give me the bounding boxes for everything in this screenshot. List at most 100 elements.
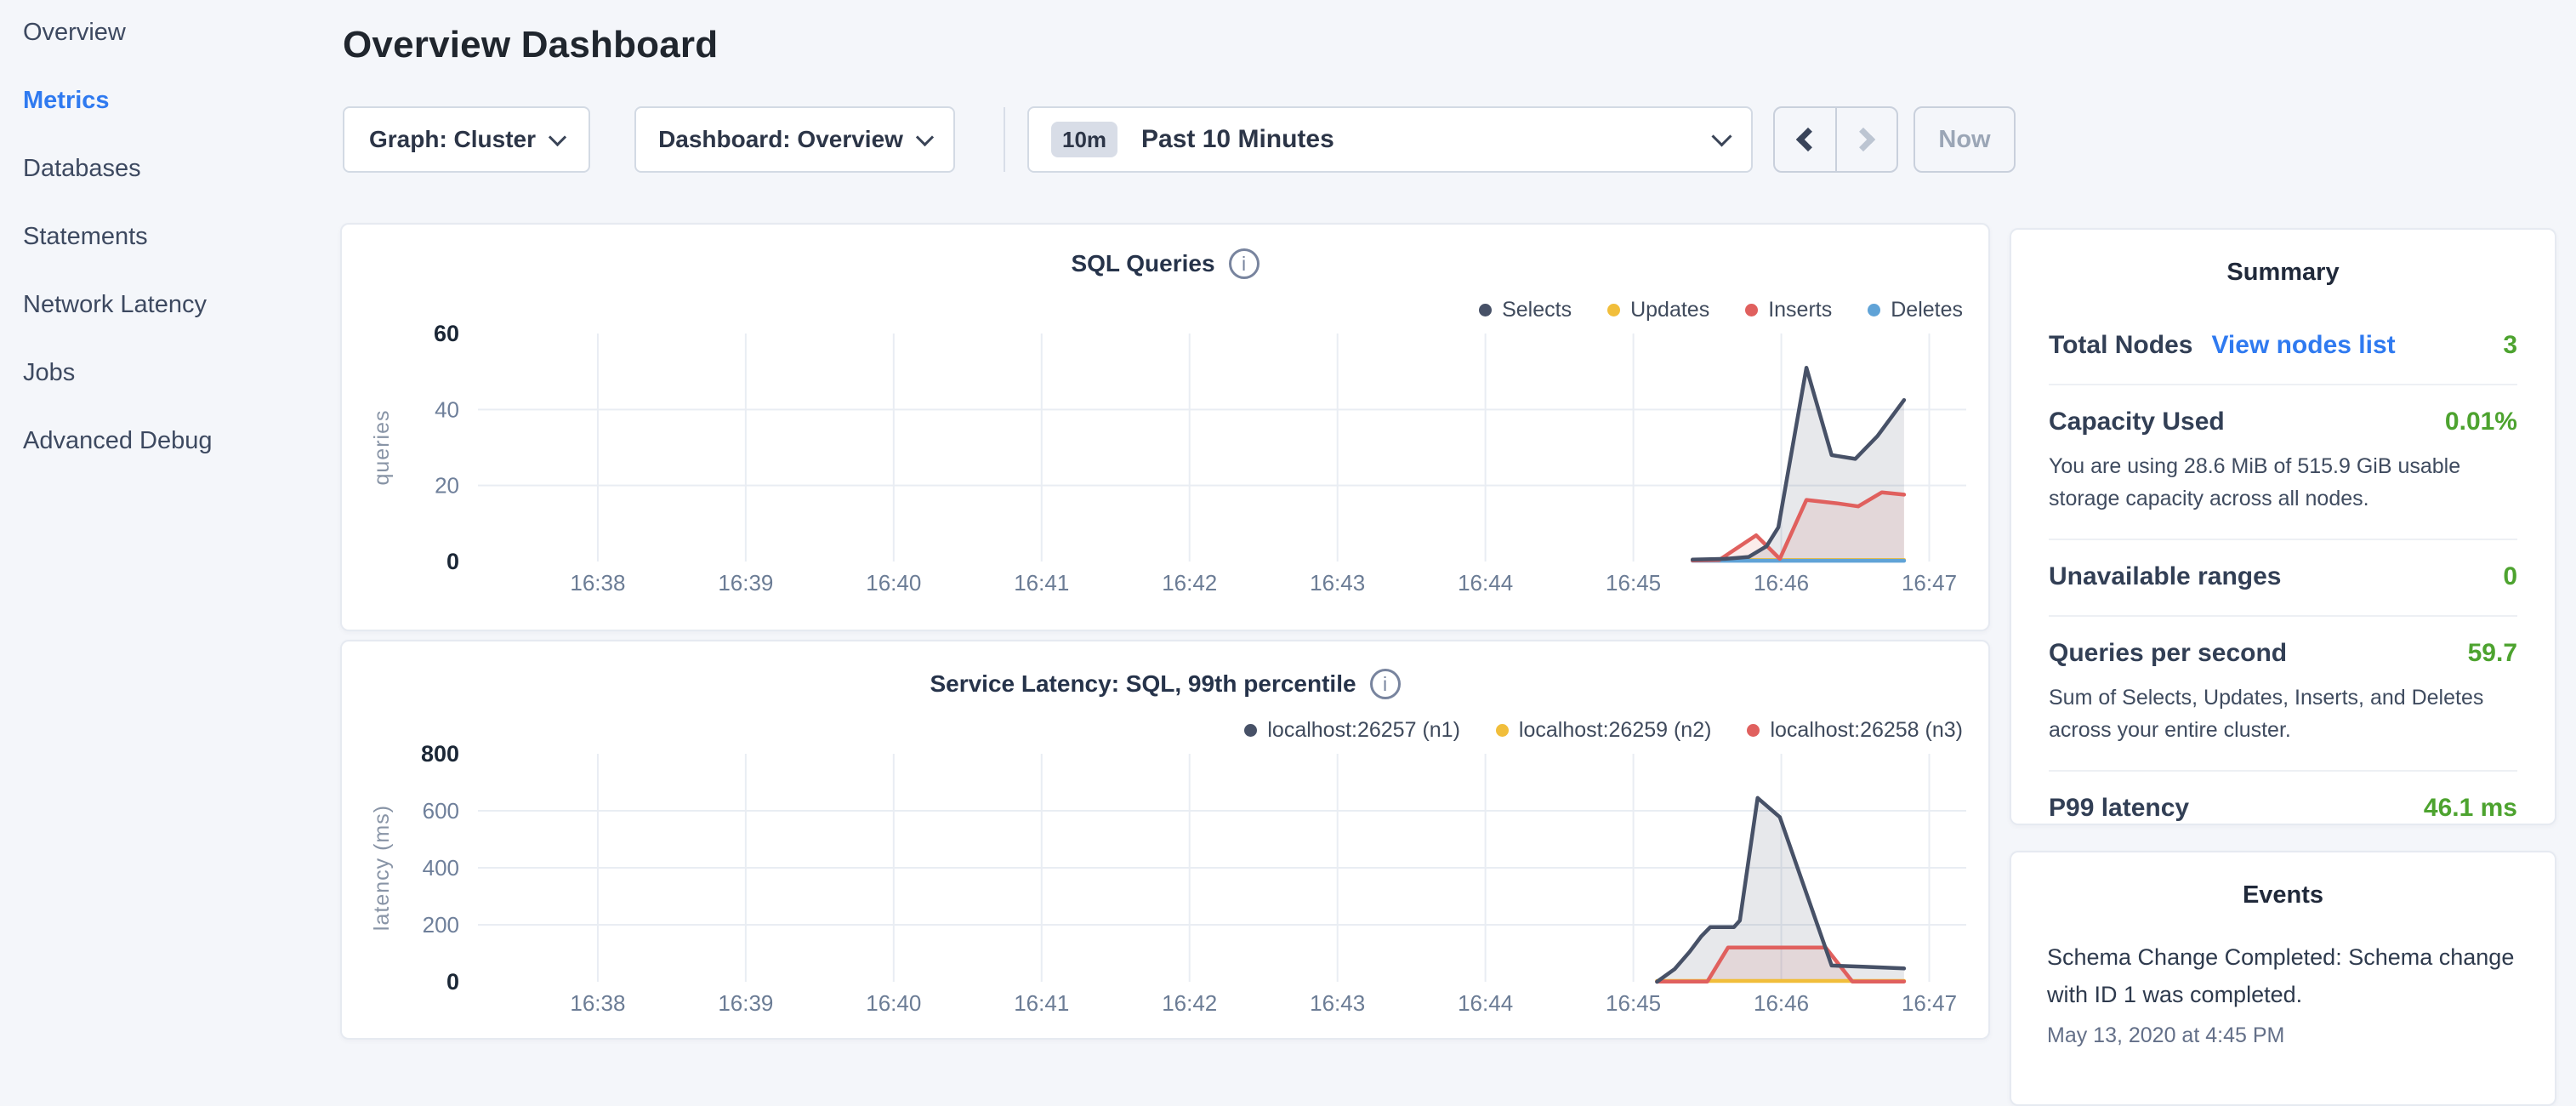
legend-item[interactable]: Deletes bbox=[1868, 298, 1963, 322]
time-range-label: Past 10 Minutes bbox=[1141, 125, 1334, 154]
chevron-down-icon bbox=[916, 128, 934, 145]
svg-text:16:38: 16:38 bbox=[570, 570, 625, 596]
svg-text:16:42: 16:42 bbox=[1162, 570, 1217, 596]
svg-text:0: 0 bbox=[446, 549, 459, 574]
legend-dot-icon bbox=[1868, 304, 1880, 316]
svg-text:16:47: 16:47 bbox=[1902, 570, 1957, 596]
view-nodes-list-link[interactable]: View nodes list bbox=[2211, 331, 2395, 360]
graph-dropdown-label: Graph: Cluster bbox=[369, 126, 536, 153]
chart-title: Service Latency: SQL, 99th percentile bbox=[930, 670, 1356, 698]
event-timestamp: May 13, 2020 at 4:45 PM bbox=[2047, 1023, 2519, 1048]
sql-queries-chart: 16:3816:3916:4016:4116:4216:4316:4416:45… bbox=[342, 225, 1992, 633]
svg-text:20: 20 bbox=[435, 473, 459, 499]
legend-item[interactable]: localhost:26259 (n2) bbox=[1496, 718, 1712, 743]
svg-text:16:43: 16:43 bbox=[1310, 570, 1365, 596]
info-icon[interactable]: i bbox=[1229, 248, 1260, 279]
sidebar-item-metrics[interactable]: Metrics bbox=[23, 66, 213, 134]
svg-text:400: 400 bbox=[423, 855, 459, 881]
svg-text:600: 600 bbox=[423, 798, 459, 824]
time-prev-button[interactable] bbox=[1775, 108, 1837, 171]
controls-row: Graph: Cluster Dashboard: Overview 10m P… bbox=[343, 106, 2016, 173]
stat-label: P99 latency bbox=[2049, 794, 2189, 823]
chart-legend: localhost:26257 (n1) localhost:26259 (n2)… bbox=[1244, 718, 1963, 743]
page-title: Overview Dashboard bbox=[343, 24, 718, 66]
summary-title: Summary bbox=[2049, 259, 2517, 287]
time-range-select[interactable]: 10m Past 10 Minutes bbox=[1027, 106, 1753, 173]
stat-line: Queries per second59.7 bbox=[2049, 639, 2517, 668]
chevron-right-icon bbox=[1851, 128, 1875, 151]
sidebar-nav: OverviewMetricsDatabasesStatementsNetwor… bbox=[23, 0, 213, 475]
legend-label: localhost:26258 (n3) bbox=[1770, 718, 1963, 743]
legend-label: Selects bbox=[1502, 298, 1572, 322]
stat-value: 59.7 bbox=[2468, 639, 2517, 668]
chart-legend: Selects Updates Inserts Deletes bbox=[1479, 298, 1963, 322]
time-step-buttons bbox=[1773, 106, 1898, 173]
graph-dropdown[interactable]: Graph: Cluster bbox=[343, 106, 590, 173]
now-button[interactable]: Now bbox=[1914, 106, 2016, 173]
chart-title-row: SQL Queries i bbox=[342, 248, 1988, 279]
summary-stat-queries-per-second: Queries per second59.7Sum of Selects, Up… bbox=[2049, 617, 2517, 772]
time-range-badge: 10m bbox=[1051, 122, 1117, 157]
chevron-down-icon bbox=[549, 128, 566, 145]
svg-text:16:42: 16:42 bbox=[1162, 990, 1217, 1016]
legend-item[interactable]: Selects bbox=[1479, 298, 1572, 322]
svg-text:16:43: 16:43 bbox=[1310, 990, 1365, 1016]
summary-stat-unavailable-ranges: Unavailable ranges0 bbox=[2049, 540, 2517, 617]
dashboard-dropdown[interactable]: Dashboard: Overview bbox=[634, 106, 955, 173]
chevron-down-icon bbox=[1711, 126, 1732, 146]
legend-label: localhost:26259 (n2) bbox=[1519, 718, 1712, 743]
stat-label: Unavailable ranges bbox=[2049, 562, 2281, 591]
legend-label: localhost:26257 (n1) bbox=[1267, 718, 1460, 743]
legend-label: Updates bbox=[1630, 298, 1709, 322]
time-next-button[interactable] bbox=[1837, 108, 1897, 171]
legend-dot-icon bbox=[1496, 724, 1509, 737]
service-latency-chart-card: Service Latency: SQL, 99th percentile i … bbox=[340, 640, 1990, 1040]
stat-line: Unavailable ranges0 bbox=[2049, 562, 2517, 591]
svg-text:16:40: 16:40 bbox=[866, 570, 921, 596]
sidebar-item-overview[interactable]: Overview bbox=[23, 0, 213, 66]
chevron-left-icon bbox=[1796, 128, 1820, 151]
svg-text:200: 200 bbox=[423, 912, 459, 938]
stat-label: Total Nodes bbox=[2049, 331, 2192, 360]
svg-text:0: 0 bbox=[446, 969, 459, 995]
chart-title: SQL Queries bbox=[1071, 250, 1214, 277]
stat-value: 3 bbox=[2503, 331, 2517, 360]
svg-text:16:45: 16:45 bbox=[1606, 570, 1661, 596]
summary-stat-total-nodes: Total Nodes View nodes list 3 bbox=[2049, 309, 2517, 385]
sidebar-item-databases[interactable]: Databases bbox=[23, 134, 213, 202]
legend-label: Deletes bbox=[1891, 298, 1963, 322]
legend-dot-icon bbox=[1747, 724, 1760, 737]
legend-item[interactable]: localhost:26257 (n1) bbox=[1244, 718, 1460, 743]
svg-text:16:38: 16:38 bbox=[570, 990, 625, 1016]
legend-item[interactable]: Inserts bbox=[1745, 298, 1832, 322]
legend-dot-icon bbox=[1244, 724, 1257, 737]
stat-line: Total Nodes View nodes list 3 bbox=[2049, 331, 2517, 360]
svg-text:16:40: 16:40 bbox=[866, 990, 921, 1016]
sidebar-item-jobs[interactable]: Jobs bbox=[23, 339, 213, 407]
chart-title-row: Service Latency: SQL, 99th percentile i bbox=[342, 669, 1988, 699]
sidebar-item-statements[interactable]: Statements bbox=[23, 202, 213, 271]
legend-dot-icon bbox=[1607, 304, 1620, 316]
svg-text:16:47: 16:47 bbox=[1902, 990, 1957, 1016]
legend-item[interactable]: Updates bbox=[1607, 298, 1709, 322]
stat-line: P99 latency46.1 ms bbox=[2049, 794, 2517, 823]
event-text: Schema Change Completed: Schema change w… bbox=[2047, 938, 2519, 1013]
svg-text:800: 800 bbox=[421, 741, 459, 767]
svg-text:16:44: 16:44 bbox=[1458, 990, 1513, 1016]
events-panel: Events Schema Change Completed: Schema c… bbox=[2010, 851, 2556, 1106]
stat-line: Capacity Used0.01% bbox=[2049, 408, 2517, 436]
dashboard-dropdown-label: Dashboard: Overview bbox=[658, 126, 903, 153]
service-latency-chart: 16:3816:3916:4016:4116:4216:4316:4416:45… bbox=[342, 641, 1992, 1041]
sidebar-item-network-latency[interactable]: Network Latency bbox=[23, 271, 213, 339]
summary-stat-p99-latency: P99 latency46.1 ms bbox=[2049, 772, 2517, 847]
stat-description: You are using 28.6 MiB of 515.9 GiB usab… bbox=[2049, 450, 2517, 515]
svg-text:latency (ms): latency (ms) bbox=[370, 805, 394, 931]
legend-dot-icon bbox=[1745, 304, 1758, 316]
info-icon[interactable]: i bbox=[1370, 669, 1401, 699]
legend-item[interactable]: localhost:26258 (n3) bbox=[1747, 718, 1963, 743]
svg-text:16:39: 16:39 bbox=[718, 570, 773, 596]
now-button-label: Now bbox=[1938, 126, 1990, 154]
svg-text:16:39: 16:39 bbox=[718, 990, 773, 1016]
sidebar-item-advanced-debug[interactable]: Advanced Debug bbox=[23, 407, 213, 475]
events-title: Events bbox=[2047, 881, 2519, 909]
